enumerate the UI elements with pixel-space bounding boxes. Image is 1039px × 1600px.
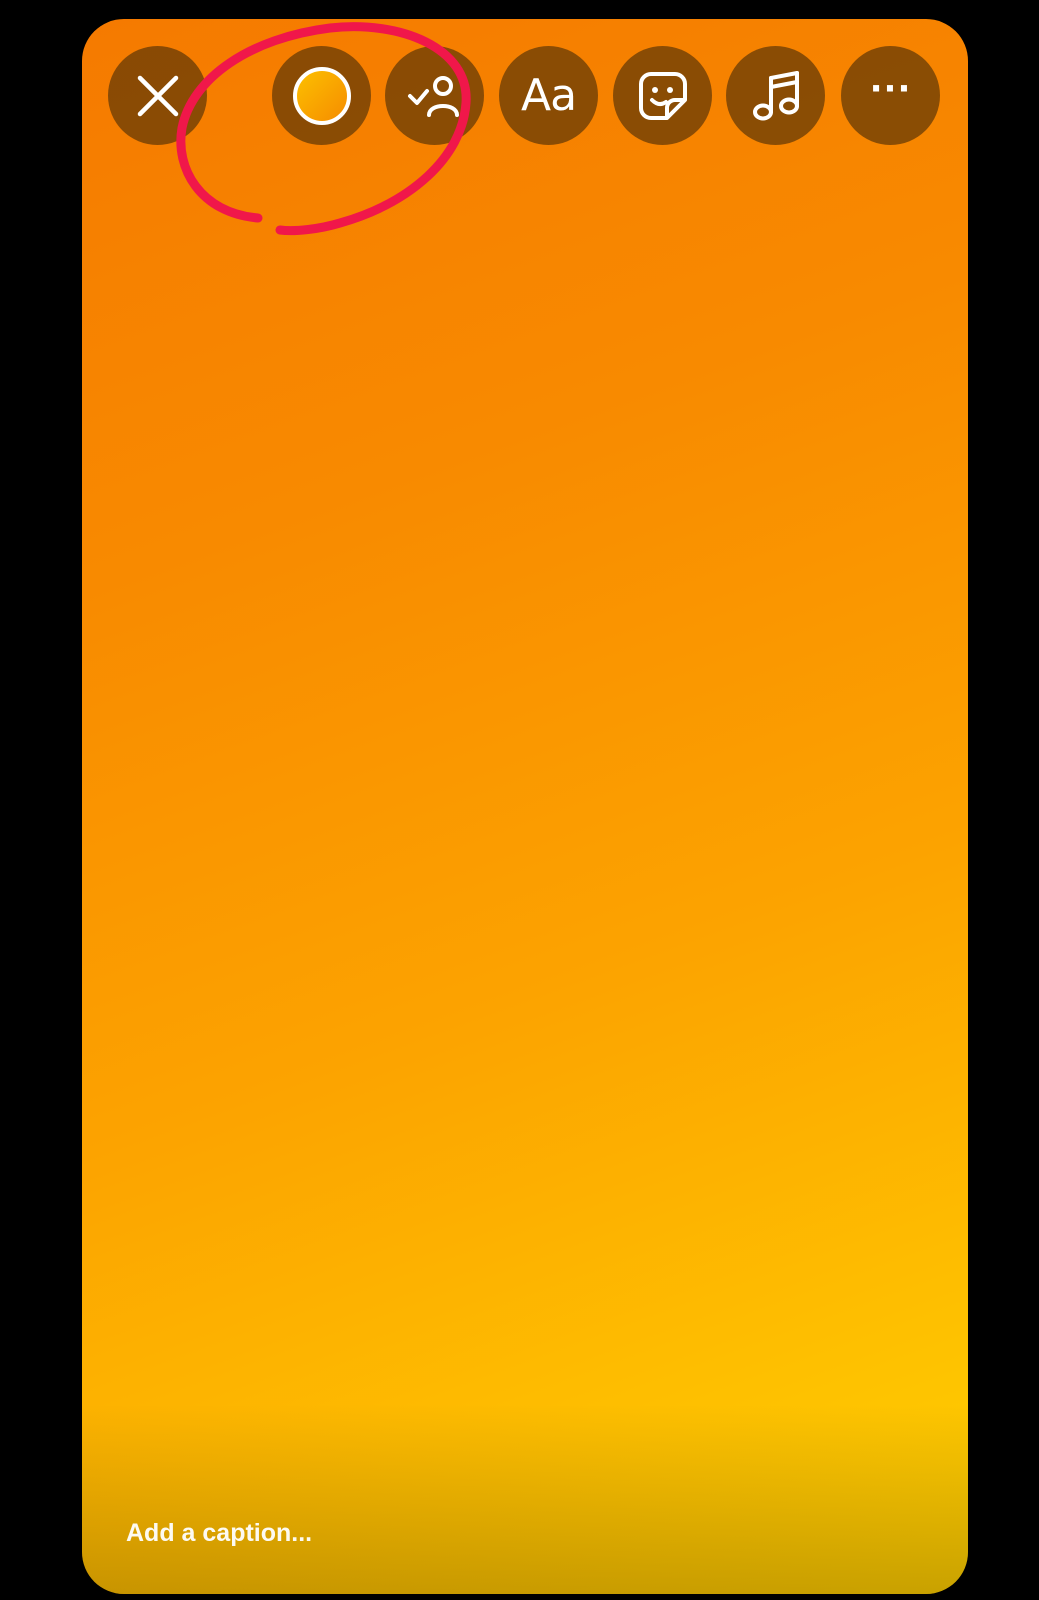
color-button[interactable]: [272, 46, 371, 145]
close-icon: [137, 75, 178, 116]
more-options-button[interactable]: ···: [841, 46, 940, 145]
text-button[interactable]: Aa: [499, 46, 598, 145]
music-button[interactable]: [726, 46, 825, 145]
bottom-shade: [82, 1404, 968, 1594]
more-options-icon: ···: [869, 68, 912, 109]
music-note-icon: [752, 70, 799, 120]
tag-people-button[interactable]: [385, 46, 484, 145]
story-canvas[interactable]: [82, 19, 968, 1594]
tag-people-icon: [407, 75, 459, 117]
sticker-button[interactable]: [613, 46, 712, 145]
color-circle-icon: [292, 66, 351, 125]
text-tool-label: Aa: [520, 69, 577, 121]
sticker-icon: [638, 71, 687, 120]
close-button[interactable]: [108, 46, 207, 145]
story-toolbar: Aa ···: [82, 19, 968, 179]
caption-input[interactable]: Add a caption...: [126, 1519, 312, 1548]
